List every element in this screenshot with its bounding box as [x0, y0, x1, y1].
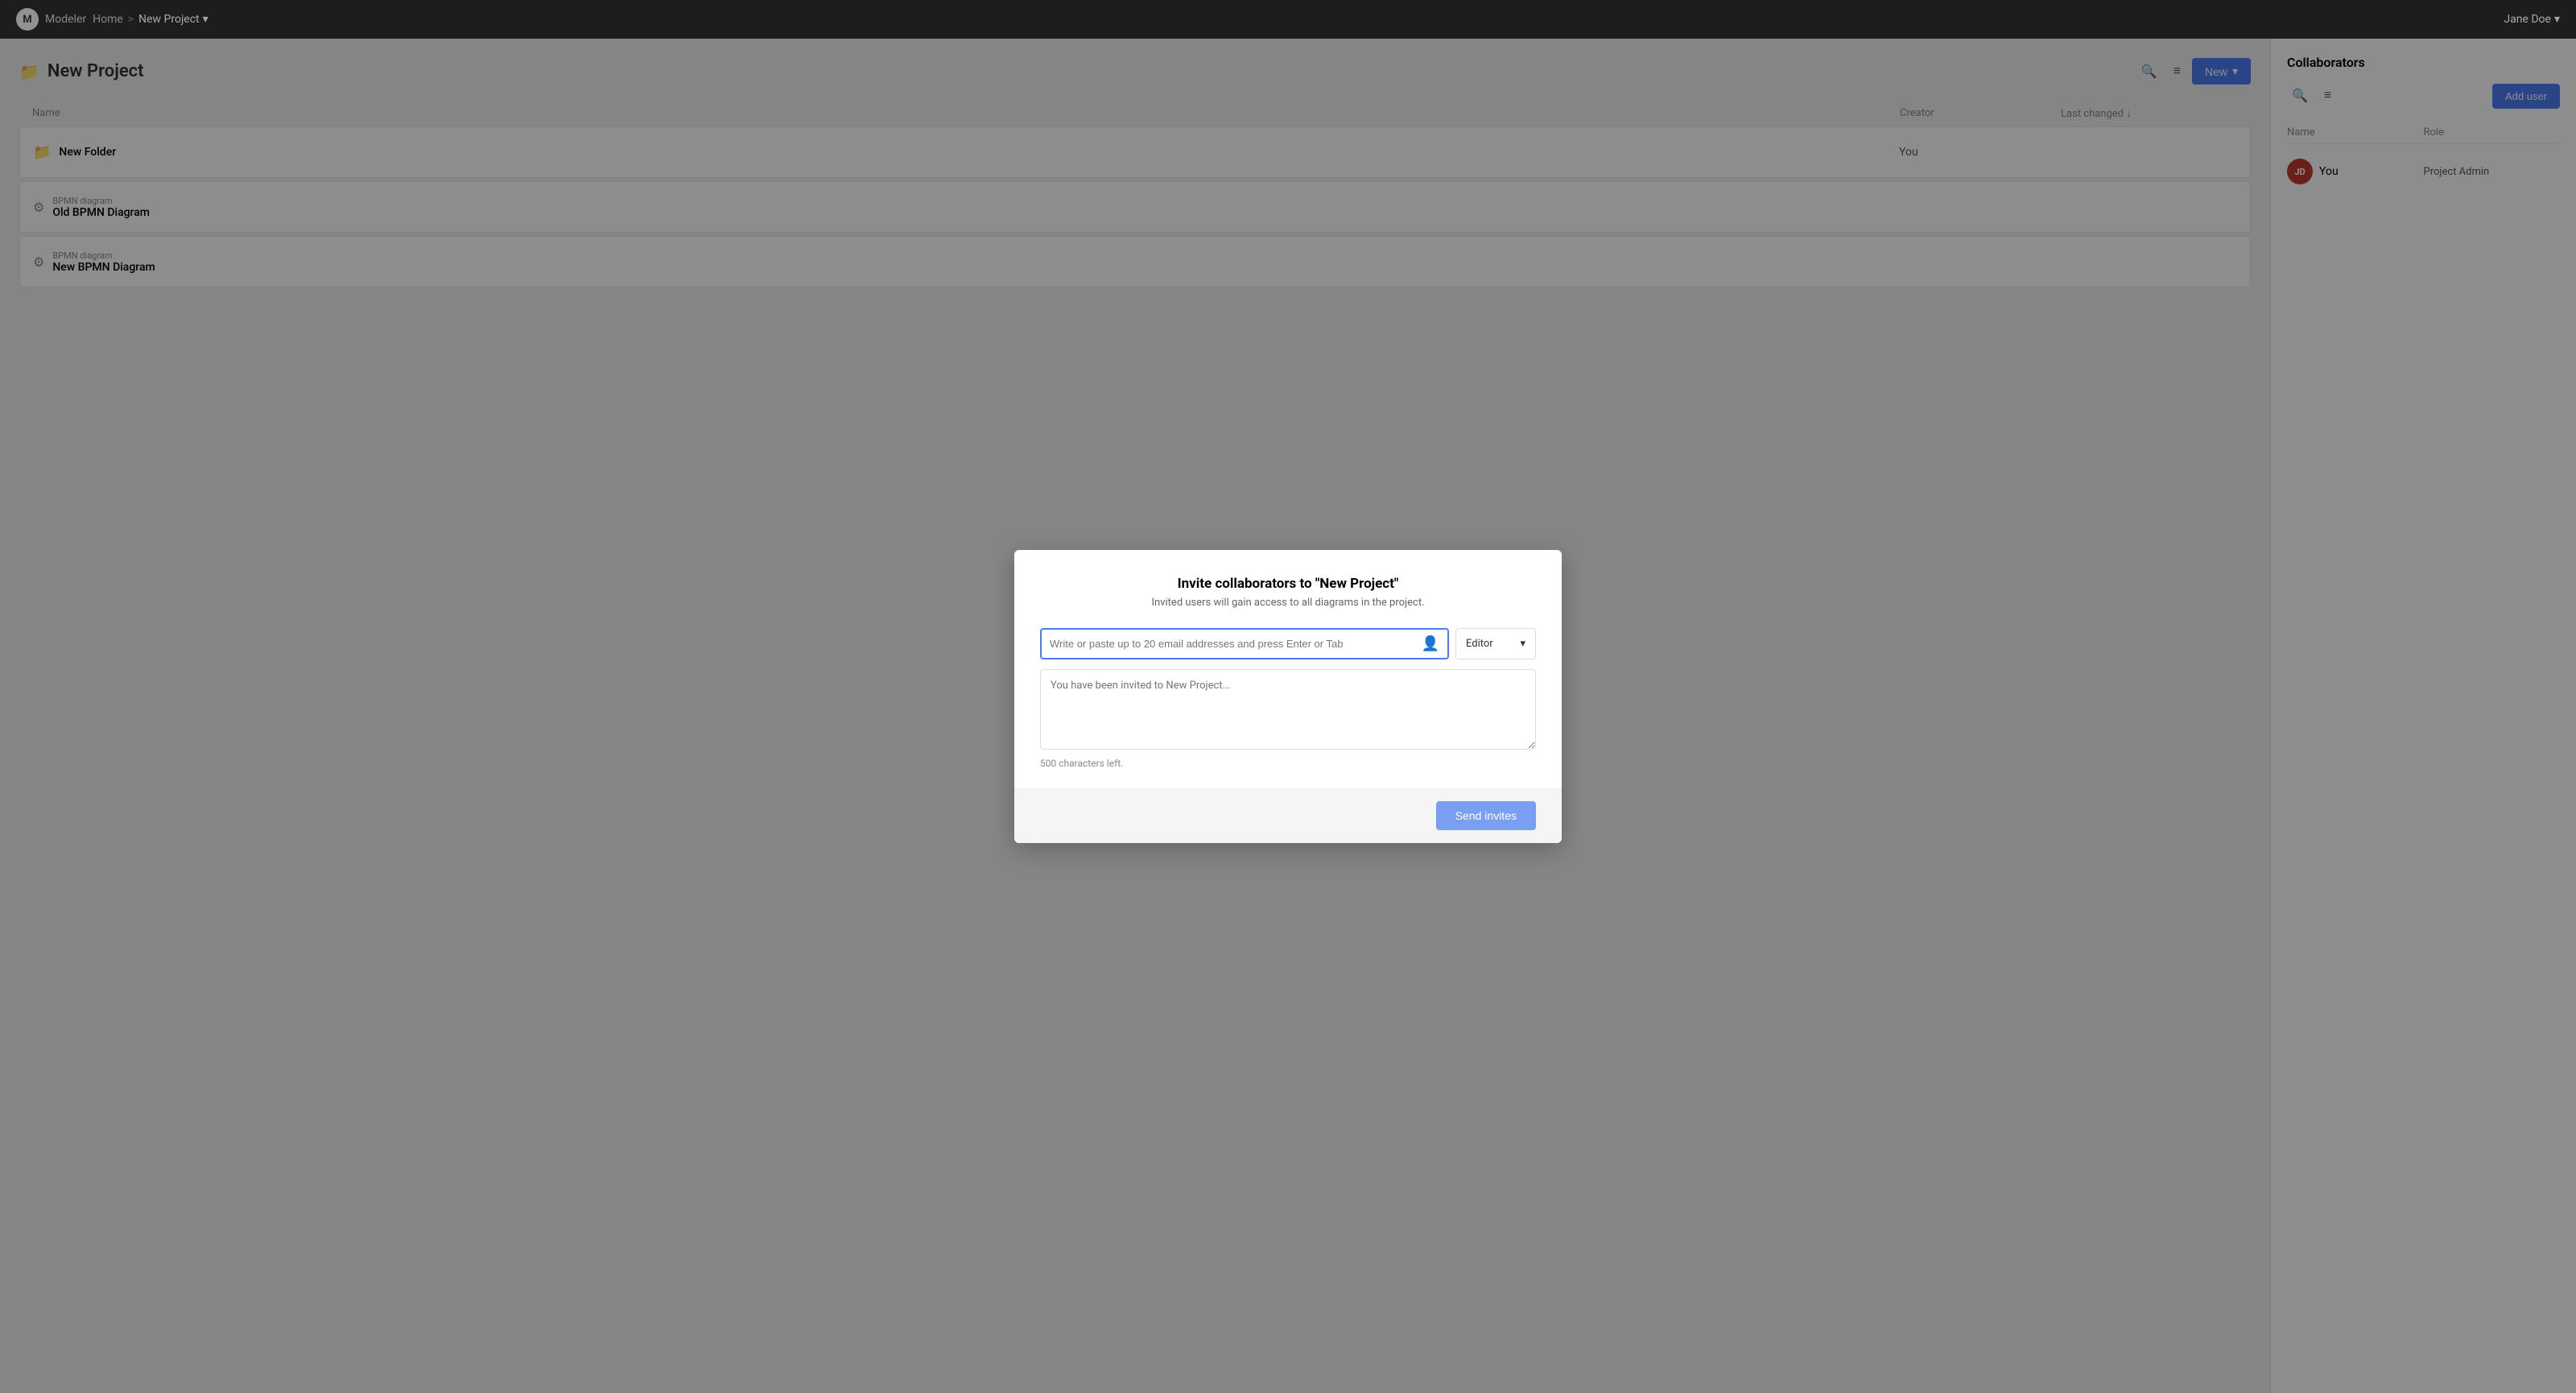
message-textarea[interactable]	[1040, 669, 1536, 750]
email-input[interactable]	[1050, 630, 1422, 658]
role-dropdown-icon: ▾	[1520, 638, 1525, 650]
send-invites-button[interactable]: Send invites	[1436, 801, 1536, 830]
role-label: Editor	[1466, 638, 1493, 650]
modal-body: Invite collaborators to "New Project" In…	[1014, 550, 1562, 788]
char-count: 500 characters left.	[1040, 758, 1536, 769]
modal-subtitle: Invited users will gain access to all di…	[1040, 597, 1536, 609]
modal-overlay: Invite collaborators to "New Project" In…	[0, 0, 2576, 1393]
email-input-wrap: 👤	[1040, 628, 1449, 659]
email-person-icon: 👤	[1422, 635, 1439, 652]
modal-title: Invite collaborators to "New Project"	[1040, 576, 1536, 592]
modal-footer: Send invites	[1014, 788, 1562, 843]
role-select[interactable]: Editor ▾	[1455, 628, 1536, 659]
invite-modal: Invite collaborators to "New Project" In…	[1014, 550, 1562, 843]
email-row: 👤 Editor ▾	[1040, 628, 1536, 659]
